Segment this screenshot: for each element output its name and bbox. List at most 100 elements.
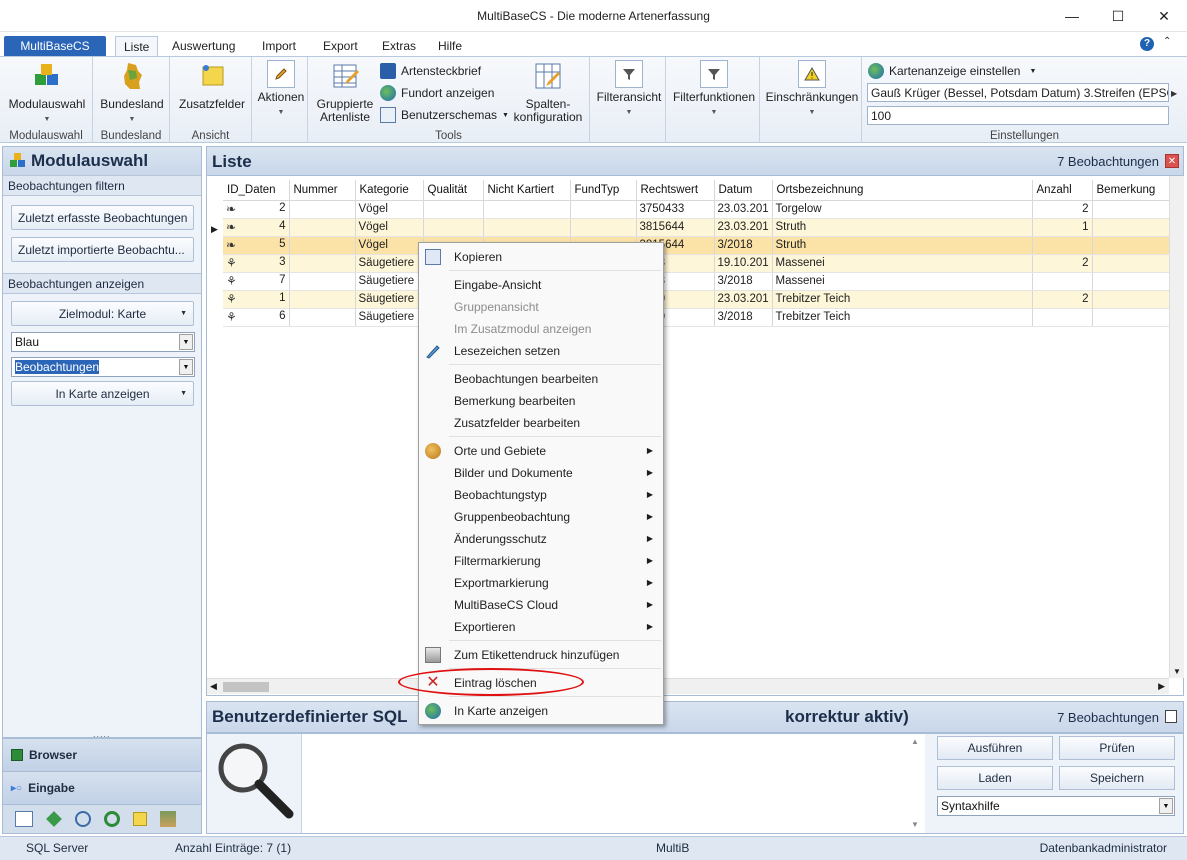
cell-id[interactable]: ⚘ 6: [223, 308, 290, 327]
menu-eingabe-ansicht[interactable]: Eingabe-Ansicht: [419, 274, 663, 296]
cell-ort[interactable]: Struth: [772, 236, 1033, 255]
cell-ort[interactable]: Massenei: [772, 272, 1033, 291]
column-header[interactable]: Qualität: [423, 180, 484, 201]
cell-empty[interactable]: [289, 254, 356, 273]
column-header[interactable]: Datum: [714, 180, 773, 201]
column-header[interactable]: ID_Daten: [223, 180, 290, 201]
menu-filtermarkierung[interactable]: Filtermarkierung ▶: [419, 550, 663, 572]
column-header[interactable]: Nummer: [289, 180, 356, 201]
cell-kategorie[interactable]: Säugetiere: [355, 308, 424, 327]
cell-kategorie[interactable]: Säugetiere: [355, 272, 424, 291]
cell-datum[interactable]: 3/2018: [714, 308, 773, 327]
menu-etikettendruck[interactable]: Zum Etikettendruck hinzufügen: [419, 644, 663, 666]
cell-id[interactable]: ❧ 2: [223, 200, 290, 219]
cell-empty[interactable]: [1092, 308, 1173, 327]
cell-ort[interactable]: Massenei: [772, 254, 1033, 273]
zuletzt-erfasst-button[interactable]: Zuletzt erfasste Beobachtungen: [11, 205, 194, 230]
pruefen-button[interactable]: Prüfen: [1059, 736, 1175, 760]
zuletzt-importiert-button[interactable]: Zuletzt importierte Beobachtu...: [11, 237, 194, 262]
in-karte-anzeigen-button[interactable]: In Karte anzeigen ▼: [11, 381, 194, 406]
cell-kategorie[interactable]: Säugetiere: [355, 290, 424, 309]
close-list-icon[interactable]: ✕: [1165, 154, 1179, 168]
column-header[interactable]: Ortsbezeichnung: [772, 180, 1033, 201]
tab-app-menu[interactable]: MultiBaseCS: [4, 36, 106, 57]
tab-export[interactable]: Export: [315, 36, 366, 57]
note-icon[interactable]: [133, 812, 147, 826]
menu-exportieren[interactable]: Exportieren ▶: [419, 616, 663, 638]
cell-empty[interactable]: [1092, 218, 1173, 237]
cell-empty[interactable]: [1092, 254, 1173, 273]
cell-empty[interactable]: [483, 200, 571, 219]
cell-ort[interactable]: Trebitzer Teich: [772, 308, 1033, 327]
cell-rechtswert[interactable]: 3750433: [636, 200, 715, 219]
zielmodul-button[interactable]: Zielmodul: Karte ▼: [11, 301, 194, 326]
ausfuehren-button[interactable]: Ausführen: [937, 736, 1053, 760]
chevron-down-icon[interactable]: ▼: [1159, 798, 1173, 814]
aktionen-button[interactable]: Aktionen ▼: [256, 60, 306, 119]
nav-eingabe[interactable]: ▸○ Eingabe: [3, 772, 201, 805]
import-icon[interactable]: [160, 811, 176, 827]
cell-kategorie[interactable]: Säugetiere: [355, 254, 424, 273]
maximize-button[interactable]: ☐: [1095, 0, 1141, 32]
scrollbar-thumb[interactable]: [223, 682, 269, 692]
projection-combo[interactable]: Gauß Krüger (Bessel, Potsdam Datum) 3.St…: [867, 83, 1169, 102]
menu-in-karte[interactable]: In Karte anzeigen: [419, 700, 663, 722]
cell-empty[interactable]: [1092, 290, 1173, 309]
menu-lesezeichen[interactable]: Lesezeichen setzen: [419, 340, 663, 362]
scroll-left-icon[interactable]: ◀: [210, 681, 217, 692]
table-row[interactable]: ⚘7Säugetiere42483/2018Massenei: [223, 272, 1173, 291]
column-header[interactable]: Nicht Kartiert: [483, 180, 571, 201]
tab-auswertung[interactable]: Auswertung: [164, 36, 243, 57]
modulauswahl-button[interactable]: Modulauswahl ▼: [4, 60, 90, 126]
cell-datum[interactable]: 3/2018: [714, 236, 773, 255]
column-header[interactable]: Bemerkung: [1092, 180, 1173, 201]
cell-id[interactable]: ⚘ 7: [223, 272, 290, 291]
cell-empty[interactable]: [289, 308, 356, 327]
scroll-down-icon[interactable]: ▼: [911, 820, 919, 829]
menu-orte-gebiete[interactable]: Orte und Gebiete ▶: [419, 440, 663, 462]
cell-empty[interactable]: [570, 200, 637, 219]
table-icon[interactable]: [15, 811, 33, 827]
cell-anzahl[interactable]: 2: [1032, 254, 1093, 273]
cell-id[interactable]: ⚘ 3: [223, 254, 290, 273]
zoom-input[interactable]: 100: [867, 106, 1169, 125]
table-row[interactable]: ❧5Vögel38156443/2018Struth: [223, 236, 1173, 255]
vertical-scrollbar[interactable]: ▼: [1169, 176, 1184, 678]
cell-rechtswert[interactable]: 3815644: [636, 218, 715, 237]
menu-bemerkung-bearbeiten[interactable]: Bemerkung bearbeiten: [419, 390, 663, 412]
artensteckbrief-button[interactable]: Artensteckbrief: [380, 62, 481, 80]
menu-kopieren[interactable]: Kopieren: [419, 246, 663, 268]
cell-datum[interactable]: 19.10.201: [714, 254, 773, 273]
cell-empty[interactable]: [289, 218, 356, 237]
cell-empty[interactable]: [423, 200, 484, 219]
chevron-down-icon[interactable]: ▼: [179, 359, 193, 375]
color-combo[interactable]: Blau ▼: [11, 332, 195, 352]
menu-aenderungsschutz[interactable]: Änderungsschutz ▶: [419, 528, 663, 550]
globe-icon[interactable]: [75, 811, 91, 827]
cell-kategorie[interactable]: Vögel: [355, 200, 424, 219]
column-header[interactable]: Rechtswert: [636, 180, 715, 201]
cell-anzahl[interactable]: 1: [1032, 218, 1093, 237]
layer-combo[interactable]: Beobachtungen ▼: [11, 357, 195, 377]
zusatzfelder-button[interactable]: Zusatzfelder: [176, 60, 248, 111]
benutzerschemas-button[interactable]: Benutzerschemas ▼: [380, 106, 509, 124]
table-row[interactable]: ❧ 2 Vögel 3750433 23.03.201 Torgelow 2: [223, 200, 1173, 219]
cell-anzahl[interactable]: [1032, 308, 1093, 327]
tab-import[interactable]: Import: [254, 36, 304, 57]
table-row[interactable]: ⚘3Säugetiere424819.10.201Massenei2: [223, 254, 1173, 273]
menu-gruppenbeobachtung[interactable]: Gruppenbeobachtung ▶: [419, 506, 663, 528]
cell-empty[interactable]: [1092, 272, 1173, 291]
cell-anzahl[interactable]: [1032, 272, 1093, 291]
cell-anzahl[interactable]: 2: [1032, 290, 1093, 309]
menu-bilder-dokumente[interactable]: Bilder und Dokumente ▶: [419, 462, 663, 484]
close-button[interactable]: ✕: [1141, 0, 1187, 32]
table-row[interactable]: ⚘1Säugetiere517023.03.201Trebitzer Teich…: [223, 290, 1173, 309]
filterfunktionen-button[interactable]: Filterfunktionen ▼: [669, 60, 759, 119]
cell-id[interactable]: ❧ 5: [223, 236, 290, 255]
nav-browser[interactable]: Browser: [3, 739, 201, 772]
cell-empty[interactable]: [289, 236, 356, 255]
cell-empty[interactable]: [483, 218, 571, 237]
spaltenkonfiguration-button[interactable]: Spalten-konfiguration: [510, 60, 586, 124]
cell-empty[interactable]: [1092, 236, 1173, 255]
fundort-anzeigen-button[interactable]: Fundort anzeigen: [380, 84, 494, 102]
